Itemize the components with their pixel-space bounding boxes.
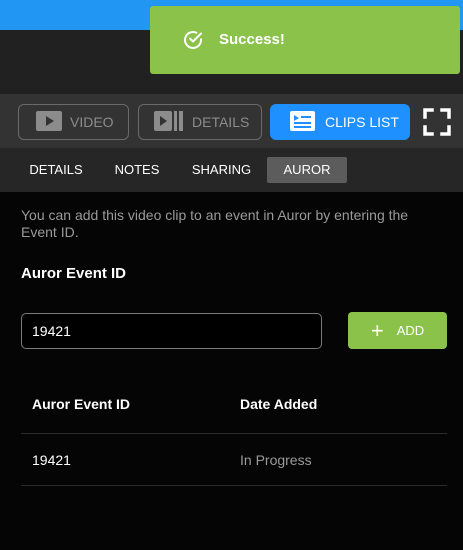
toast-message: Success!	[219, 31, 285, 48]
tab-details[interactable]: DETAILS	[21, 157, 91, 183]
clips-list-button[interactable]: CLIPS LIST	[270, 104, 410, 140]
plus-icon: +	[370, 317, 384, 343]
clips-list-icon	[290, 110, 315, 134]
clips-list-button-label: CLIPS LIST	[325, 114, 399, 130]
success-toast[interactable]: Success!	[150, 6, 460, 74]
add-button-label: ADD	[396, 323, 425, 338]
column-header-event-id: Auror Event ID	[32, 396, 131, 412]
tab-auror[interactable]: AUROR	[267, 157, 347, 183]
details-icon	[154, 110, 183, 134]
details-button-label: DETAILS	[192, 114, 250, 130]
auror-event-id-input[interactable]	[21, 313, 322, 349]
auror-intro-text: You can add this video clip to an event …	[21, 207, 409, 240]
video-button-label: VIDEO	[70, 114, 114, 130]
tab-bar: DETAILS NOTES SHARING AUROR	[0, 148, 463, 192]
check-circle-icon	[182, 29, 204, 56]
tab-notes[interactable]: NOTES	[106, 157, 168, 183]
row-event-id: 19421	[32, 452, 71, 468]
details-button[interactable]: DETAILS	[138, 104, 262, 140]
view-toolbar: VIDEO DETAILS CLIPS LIST	[0, 94, 463, 148]
add-button[interactable]: + ADD	[348, 312, 447, 349]
row-date-added: In Progress	[240, 452, 312, 468]
fullscreen-icon[interactable]	[423, 108, 451, 136]
table-row: 19421 In Progress	[21, 434, 447, 486]
auror-event-id-label: Auror Event ID	[21, 265, 127, 282]
tab-sharing[interactable]: SHARING	[184, 157, 259, 183]
video-button[interactable]: VIDEO	[18, 104, 129, 140]
play-icon	[36, 110, 62, 134]
table-header: Auror Event ID Date Added	[21, 382, 447, 434]
auror-panel	[0, 192, 463, 550]
column-header-date-added: Date Added	[240, 396, 318, 412]
